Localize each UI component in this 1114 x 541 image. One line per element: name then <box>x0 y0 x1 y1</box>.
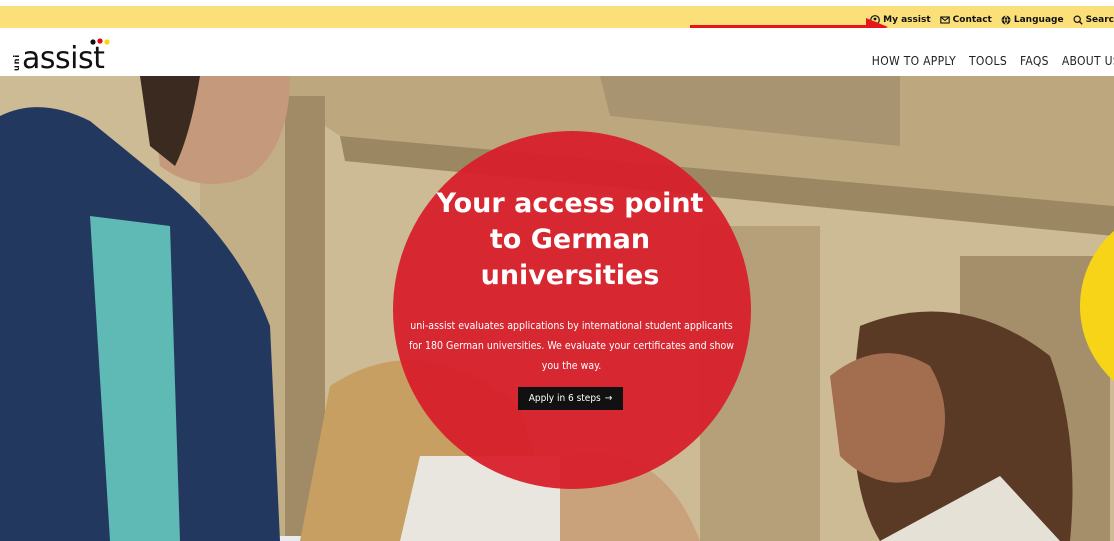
site-logo[interactable]: uni assist <box>12 34 110 76</box>
hero-section: Your access point to German universities… <box>0 76 1114 541</box>
utility-links: My assist Contact Language Searc <box>870 15 1114 25</box>
hero-description: uni-assist evaluates applications by int… <box>409 320 734 372</box>
language-link[interactable]: Language <box>1001 15 1064 25</box>
nav-tools[interactable]: TOOLS <box>969 54 1007 68</box>
apply-button-label: Apply in 6 steps <box>528 393 601 404</box>
hero-headline: Your access point to German universities <box>436 188 704 291</box>
logo-dots-icon <box>90 38 110 45</box>
my-assist-label: My assist <box>883 15 931 25</box>
arrow-right-icon: → <box>604 393 613 404</box>
logo-wordmark: assist <box>22 41 105 76</box>
search-icon <box>1073 15 1083 25</box>
hero-red-circle <box>393 131 751 489</box>
main-nav: HOW TO APPLY TOOLS FAQS ABOUT US <box>872 54 1114 68</box>
logo-prefix: uni <box>12 53 21 71</box>
mail-icon <box>939 16 950 24</box>
language-label: Language <box>1013 15 1064 25</box>
utility-bar: My assist Contact Language Searc <box>0 0 1114 28</box>
nav-how-to-apply[interactable]: HOW TO APPLY <box>872 54 956 68</box>
contact-link[interactable]: Contact <box>939 15 992 25</box>
search-link[interactable]: Searc <box>1073 15 1114 25</box>
site-header: uni assist HOW TO APPLY TOOLS FAQS ABOUT… <box>0 28 1114 76</box>
search-label: Searc <box>1085 15 1114 25</box>
contact-label: Contact <box>952 15 992 25</box>
nav-faqs[interactable]: FAQS <box>1020 54 1049 68</box>
globe-icon <box>1001 15 1011 25</box>
nav-about-us[interactable]: ABOUT US <box>1062 54 1114 68</box>
apply-in-steps-button[interactable]: Apply in 6 steps → <box>518 387 623 410</box>
